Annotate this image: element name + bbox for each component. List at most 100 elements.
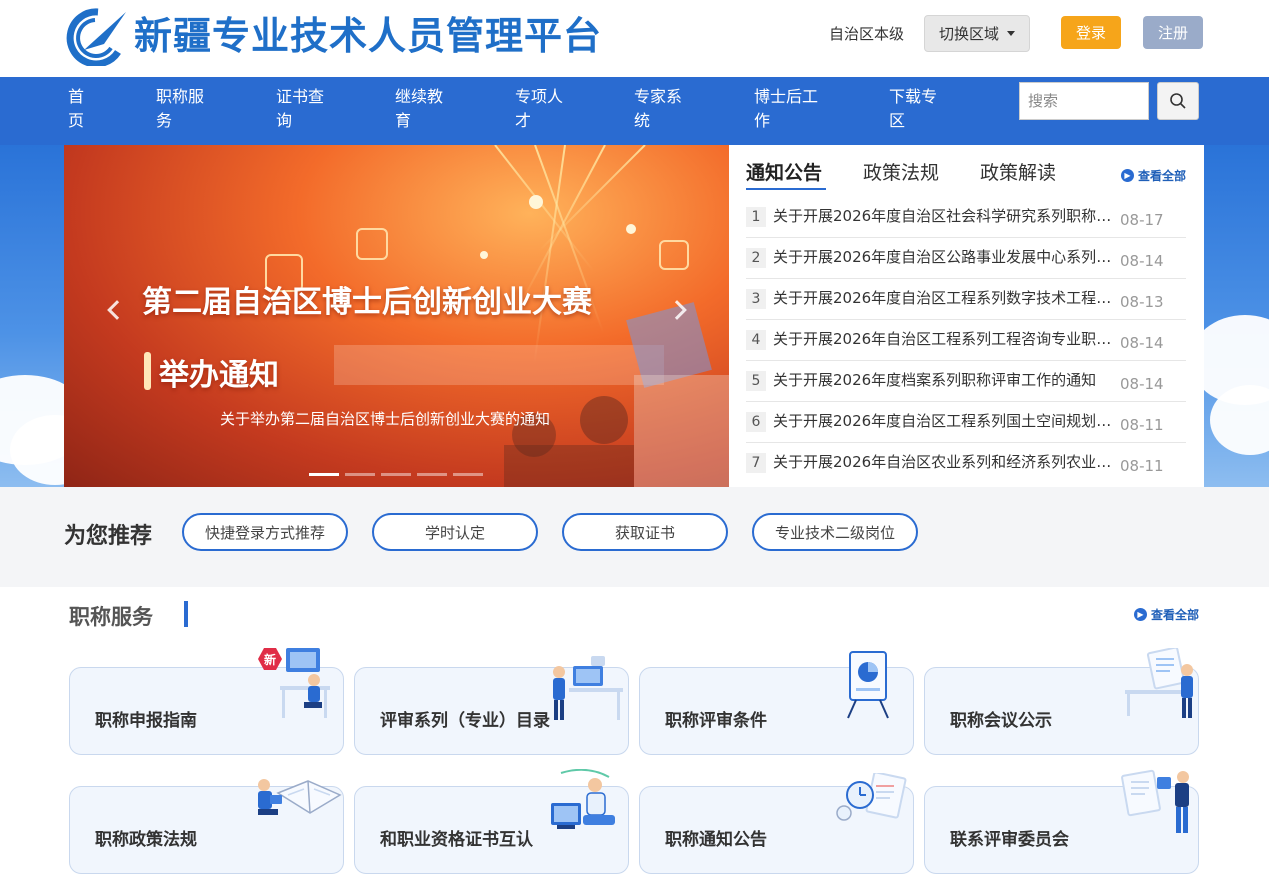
banner-title: 第二届自治区博士后创新创业大赛 bbox=[142, 285, 592, 320]
nav-item-continuing-education[interactable]: 继续教育 bbox=[395, 85, 443, 133]
banner-subtitle[interactable]: 关于举办第二届自治区博士后创新创业大赛的通知 bbox=[220, 408, 550, 429]
carousel-dot[interactable] bbox=[453, 473, 483, 476]
nav-item-downloads[interactable]: 下载专区 bbox=[889, 85, 937, 133]
notice-list-item[interactable]: 4 关于开展2026年自治区工程系列工程咨询专业职称评审工作的通知 08-14 bbox=[746, 320, 1186, 361]
search-input[interactable] bbox=[1019, 82, 1149, 120]
nav-label-line: 页 bbox=[68, 111, 85, 130]
service-card-policy-regulations[interactable]: 职称政策法规 bbox=[69, 779, 344, 874]
notice-date: 08-14 bbox=[1120, 375, 1164, 393]
platform-logo-icon bbox=[66, 8, 126, 66]
open-book-icon bbox=[258, 779, 342, 815]
service-card-label: 职称政策法规 bbox=[95, 830, 197, 850]
notice-title: 关于开展2026年自治区工程系列工程咨询专业职称评审工作的通知 bbox=[773, 330, 1113, 348]
arrow-circle-icon: ▶ bbox=[1134, 608, 1147, 621]
notice-index: 7 bbox=[746, 453, 766, 473]
login-button[interactable]: 登录 bbox=[1061, 16, 1121, 49]
notice-view-all-link[interactable]: ▶ 查看全部 bbox=[1121, 167, 1186, 184]
nav-label-line: 询 bbox=[276, 111, 293, 130]
recommend-pill[interactable]: 快捷登录方式推荐 bbox=[182, 513, 348, 551]
switch-region-label: 切换区域 bbox=[938, 25, 999, 43]
notice-date: 08-13 bbox=[1120, 293, 1164, 311]
banner-title-secondary: 举办通知 bbox=[159, 358, 279, 393]
notice-date: 08-17 bbox=[1120, 211, 1164, 229]
header: 新疆专业技术人员管理平台 自治区本级 切换区域 登录 注册 bbox=[0, 0, 1269, 77]
service-card-label: 职称评审条件 bbox=[665, 711, 767, 731]
carousel-indicators bbox=[309, 473, 483, 476]
nav-label-line: 才 bbox=[515, 111, 532, 130]
nav-label-line: 博士后工 bbox=[754, 87, 819, 106]
nav-item-home[interactable]: 首页 bbox=[68, 85, 84, 133]
nav-label-line: 育 bbox=[395, 111, 412, 130]
nav-item-certificate-query[interactable]: 证书查询 bbox=[276, 85, 324, 133]
carousel-dot[interactable] bbox=[417, 473, 447, 476]
service-card-contact-committee[interactable]: 联系评审委员会 bbox=[924, 769, 1199, 874]
notice-title: 关于开展2026年度档案系列职称评审工作的通知 bbox=[773, 371, 1097, 389]
notice-index: 4 bbox=[746, 330, 766, 350]
carousel-dot[interactable] bbox=[345, 473, 375, 476]
service-card-label: 评审系列（专业）目录 bbox=[380, 711, 550, 731]
tab-policy-interpretation[interactable]: 政策解读 bbox=[980, 160, 1056, 186]
register-button[interactable]: 注册 bbox=[1143, 16, 1203, 49]
service-card-notices[interactable]: 职称通知公告 bbox=[639, 773, 914, 874]
recommend-pill[interactable]: 获取证书 bbox=[562, 513, 728, 551]
nav-label-line: 下载专 bbox=[889, 87, 938, 106]
notice-title: 关于开展2026年自治区农业系列和经济系列农业经济专业职称评审工作的通知 bbox=[773, 453, 1113, 471]
nav-item-expert-system[interactable]: 专家系统 bbox=[634, 85, 682, 133]
service-card-meeting-announcement[interactable]: 职称会议公示 bbox=[924, 648, 1199, 755]
service-card-label: 和职业资格证书互认 bbox=[380, 830, 533, 850]
nav-label-line: 证书查 bbox=[276, 87, 325, 106]
carousel-dot[interactable] bbox=[309, 473, 339, 476]
notice-title: 关于开展2026年度自治区公路事业发展中心系列职称评审工作的通知 bbox=[773, 248, 1113, 266]
service-card-application-guide[interactable]: 职称申报指南 新 bbox=[69, 648, 344, 755]
nav-label-line: 专家系 bbox=[634, 87, 683, 106]
notice-list-item[interactable]: 3 关于开展2026年度自治区工程系列数字技术工程师职称评审工作的通知 08-1… bbox=[746, 279, 1186, 320]
carousel-dot[interactable] bbox=[381, 473, 411, 476]
service-card-label: 联系评审委员会 bbox=[950, 830, 1069, 850]
current-region-label: 自治区本级 bbox=[829, 25, 905, 43]
notice-index: 6 bbox=[746, 412, 766, 432]
tab-policies[interactable]: 政策法规 bbox=[863, 160, 939, 186]
nav-label-line: 职称服 bbox=[156, 87, 205, 106]
notice-date: 08-11 bbox=[1120, 457, 1164, 475]
notice-list-item[interactable]: 1 关于开展2026年度自治区社会科学研究系列职称评审工作的通知 08-17 bbox=[746, 197, 1186, 238]
service-card-label: 职称会议公示 bbox=[950, 711, 1052, 731]
meeting-board-icon bbox=[1125, 648, 1193, 718]
nav-item-title-services[interactable]: 职称服务 bbox=[156, 85, 204, 133]
notice-index: 2 bbox=[746, 248, 766, 268]
service-card-mutual-recognition[interactable]: 和职业资格证书互认 bbox=[354, 769, 629, 874]
nav-label-line: 统 bbox=[634, 111, 651, 130]
nav-label-line: 首 bbox=[68, 87, 85, 106]
notice-title: 关于开展2026年度自治区工程系列数字技术工程师职称评审工作的通知 bbox=[773, 289, 1113, 307]
nav-label-line: 务 bbox=[156, 111, 173, 130]
banner-carousel[interactable]: 第二届自治区博士后创新创业大赛 举办通知 关于举办第二届自治区博士后创新创业大赛… bbox=[64, 145, 729, 487]
recommend-pill[interactable]: 学时认定 bbox=[372, 513, 538, 551]
notice-list-item[interactable]: 6 关于开展2026年度自治区工程系列国土空间规划专业职称评审工作的通知 08-… bbox=[746, 402, 1186, 443]
active-tab-underline bbox=[746, 188, 826, 190]
service-card-review-conditions[interactable]: 职称评审条件 bbox=[639, 651, 914, 755]
services-title-bar bbox=[184, 601, 188, 627]
notice-list-item[interactable]: 5 关于开展2026年度档案系列职称评审工作的通知 08-14 bbox=[746, 361, 1186, 402]
search-button[interactable] bbox=[1157, 82, 1199, 120]
switch-region-button[interactable]: 切换区域 bbox=[924, 15, 1030, 52]
view-all-label: 查看全部 bbox=[1138, 169, 1187, 183]
nav-label-line: 区 bbox=[889, 111, 906, 130]
tab-notices[interactable]: 通知公告 bbox=[746, 160, 822, 186]
notice-date: 08-14 bbox=[1120, 334, 1164, 352]
doctor-computer-icon bbox=[551, 769, 615, 829]
recommend-pill[interactable]: 专业技术二级岗位 bbox=[752, 513, 918, 551]
new-badge: 新 bbox=[264, 652, 276, 667]
nav-item-postdoc[interactable]: 博士后工作 bbox=[754, 85, 818, 133]
desk-worker-icon bbox=[553, 656, 623, 720]
nav-item-special-talent[interactable]: 专项人才 bbox=[515, 85, 563, 133]
notice-list-item[interactable]: 2 关于开展2026年度自治区公路事业发展中心系列职称评审工作的通知 08-14 bbox=[746, 238, 1186, 279]
services-view-all-link[interactable]: ▶ 查看全部 bbox=[1134, 606, 1199, 623]
service-card-series-catalog[interactable]: 评审系列（专业）目录 bbox=[354, 656, 629, 755]
notice-index: 3 bbox=[746, 289, 766, 309]
service-card-label: 职称通知公告 bbox=[665, 830, 767, 850]
notice-list-item[interactable]: 7 关于开展2026年自治区农业系列和经济系列农业经济专业职称评审工作的通知 0… bbox=[746, 443, 1186, 484]
notice-date: 08-11 bbox=[1120, 416, 1164, 434]
notice-title: 关于开展2026年度自治区社会科学研究系列职称评审工作的通知 bbox=[773, 207, 1113, 225]
notice-panel: 通知公告 政策法规 政策解读 ▶ 查看全部 1 关于开展2026年度自治区社会科… bbox=[729, 145, 1204, 487]
arrow-circle-icon: ▶ bbox=[1121, 169, 1134, 182]
nav-label-line: 专项人 bbox=[515, 87, 564, 106]
